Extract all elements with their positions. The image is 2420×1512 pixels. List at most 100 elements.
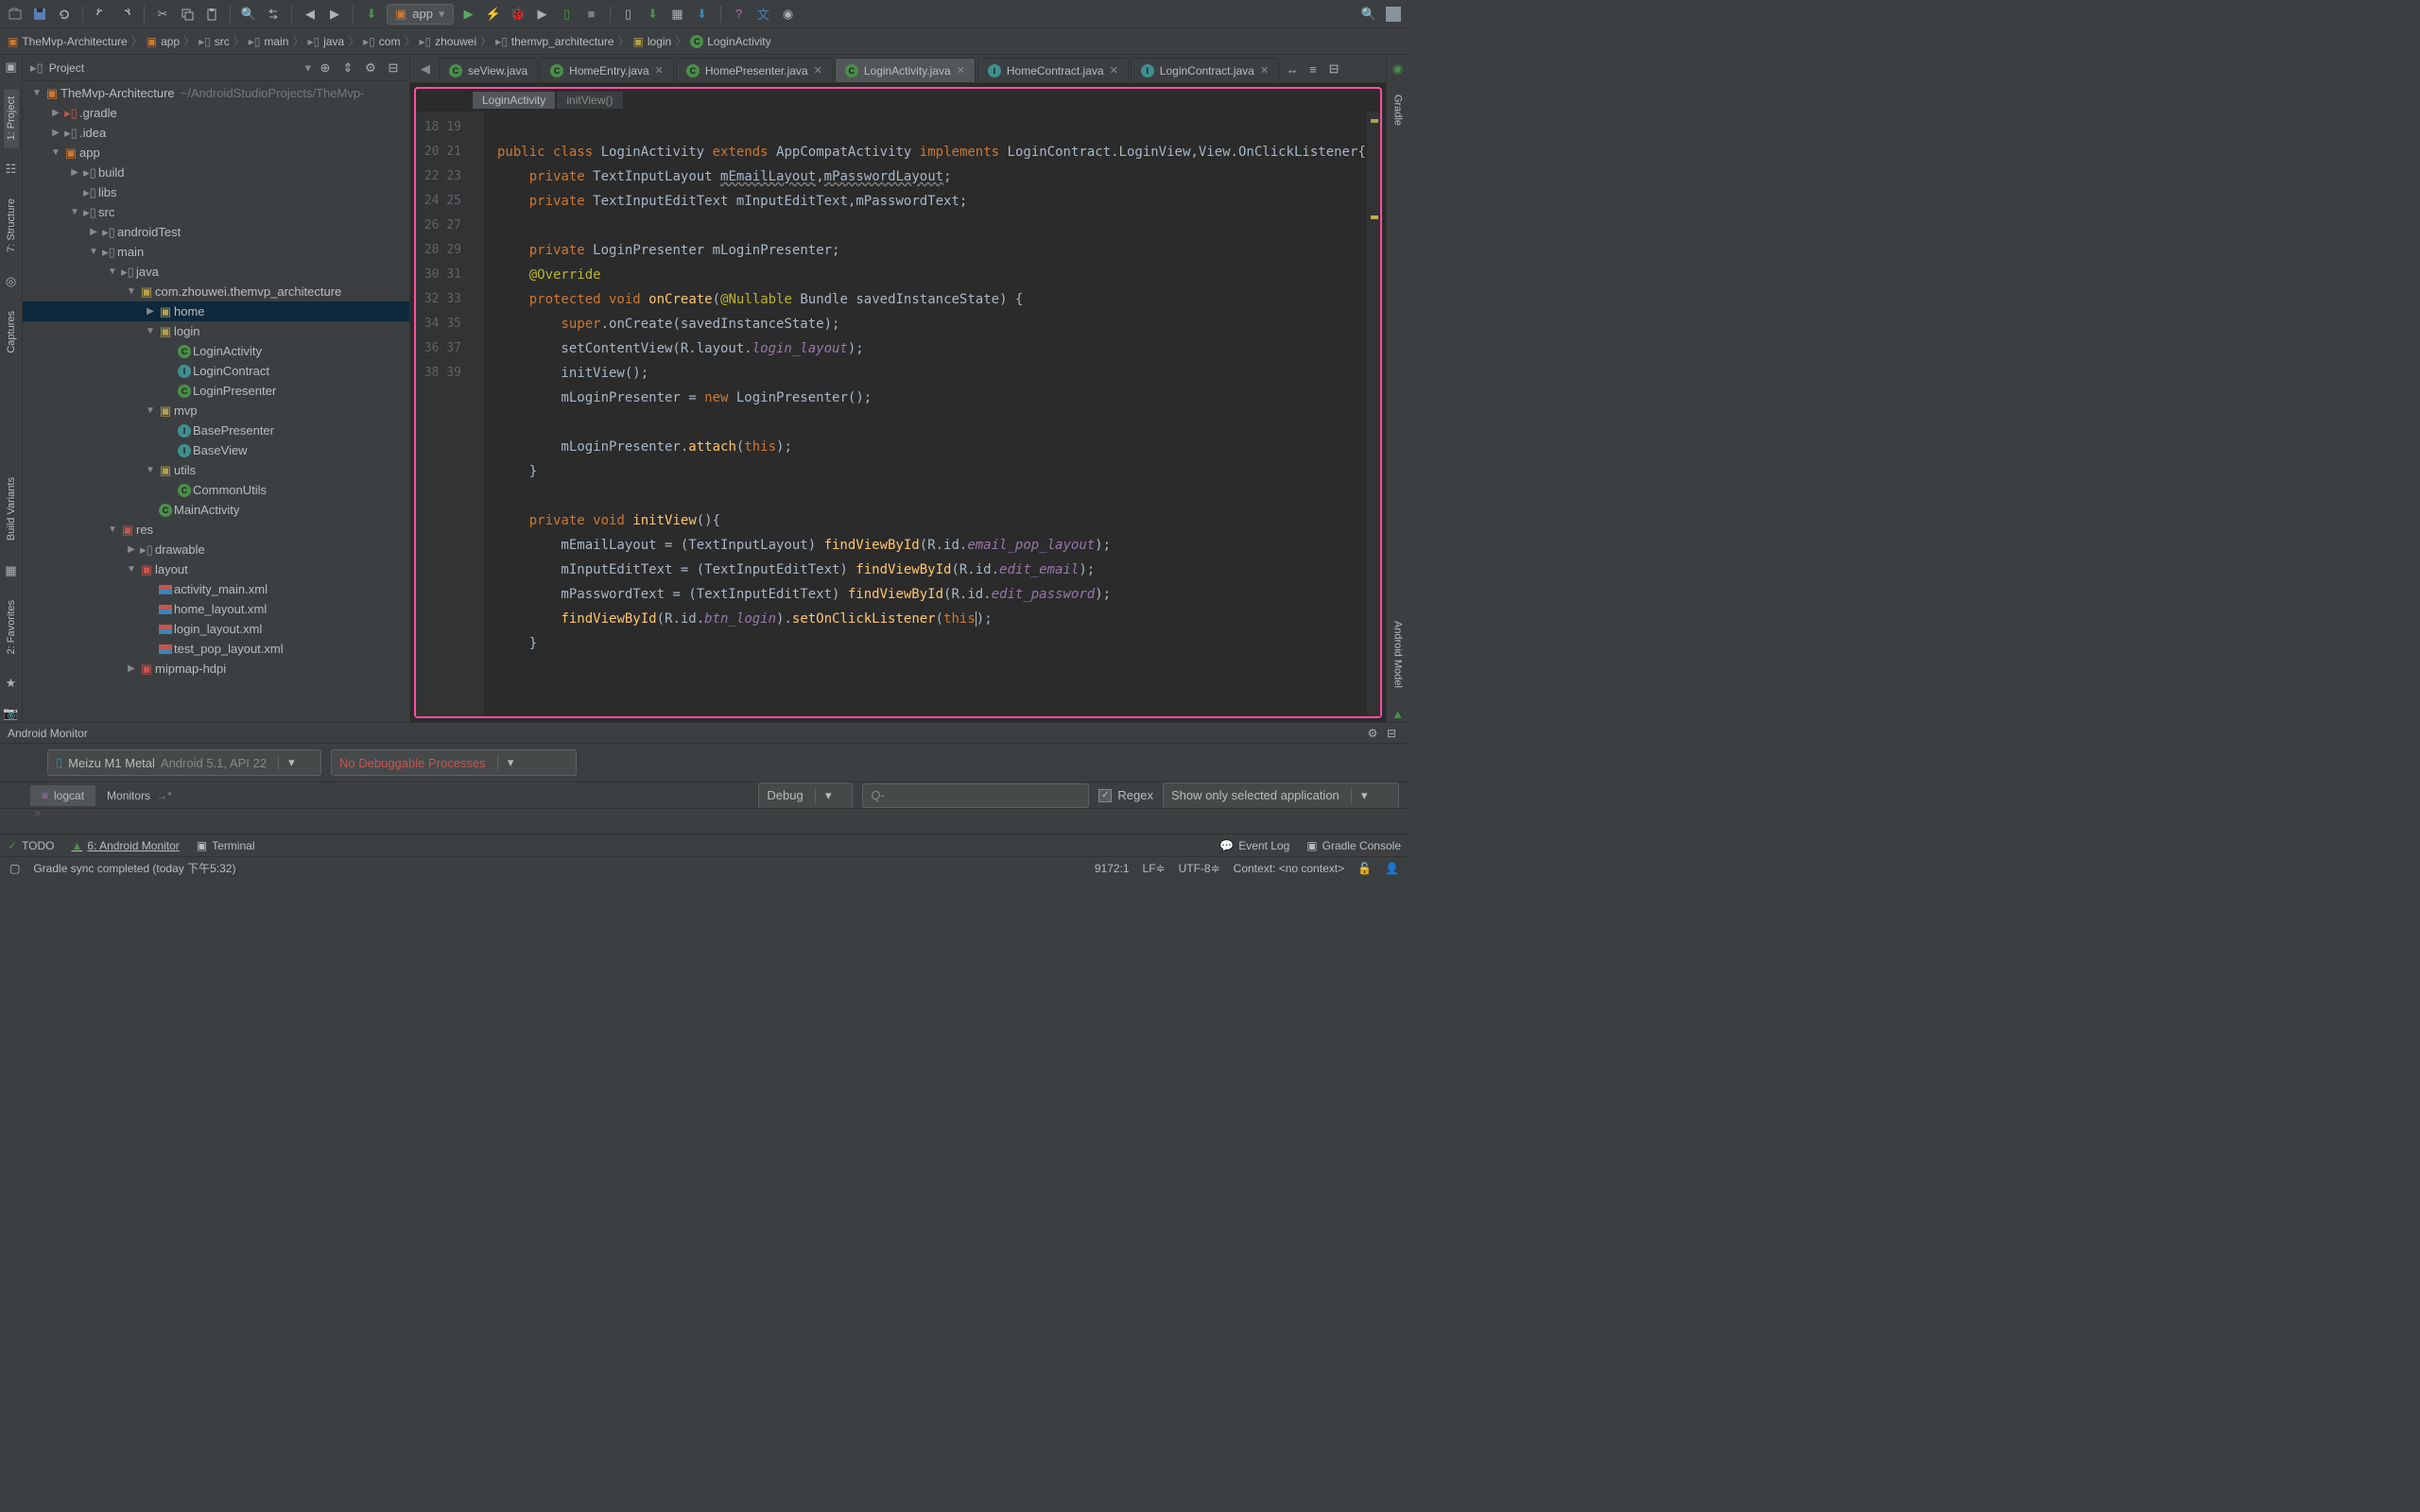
gradle-rail-icon[interactable]: ◉ (1390, 60, 1407, 77)
replace-icon[interactable] (264, 5, 283, 24)
camera-rail-icon[interactable]: 📷 (3, 705, 20, 722)
profile-icon[interactable]: ▶ (533, 5, 552, 24)
tree-node[interactable]: IBaseView (23, 440, 409, 460)
back-icon[interactable]: ◀ (301, 5, 320, 24)
process-selector[interactable]: No Debuggable Processes ▾ (331, 749, 577, 776)
find-icon[interactable]: 🔍 (239, 5, 258, 24)
android-monitor-tab[interactable]: ▲6: Android Monitor (72, 839, 180, 852)
tree-node[interactable]: ▶▸▯.idea (23, 123, 409, 143)
breadcrumb-item[interactable]: ▣app (147, 35, 180, 48)
context[interactable]: Context: <no context> (1234, 862, 1344, 875)
close-icon[interactable]: ✕ (655, 64, 664, 77)
variants-tool-button[interactable]: Build Variants (4, 470, 19, 548)
captures-tool-button[interactable]: Captures (4, 303, 19, 361)
apply-changes-icon[interactable]: ⚡ (484, 5, 503, 24)
tree-node[interactable]: ▶▣mipmap-hdpi (23, 659, 409, 679)
crumb-method[interactable]: initView() (557, 92, 622, 109)
tree-node[interactable]: test_pop_layout.xml (23, 639, 409, 659)
tree-node[interactable]: ▶▣home (23, 301, 409, 321)
monitors-tab[interactable]: Monitors →* (95, 785, 183, 806)
line-ending[interactable]: LF≑ (1143, 862, 1166, 875)
device-selector[interactable]: ▯ Meizu M1 Metal Android 5.1, API 22 ▾ (47, 749, 321, 776)
search-icon[interactable]: 🔍 (1359, 5, 1378, 24)
tree-node[interactable]: ▸▯libs (23, 182, 409, 202)
breadcrumb-item[interactable]: ▸▯java (307, 35, 344, 48)
undo-icon[interactable] (92, 5, 111, 24)
save-icon[interactable] (30, 5, 49, 24)
target-icon[interactable]: ⊕ (317, 60, 334, 77)
tab-nav-icon[interactable]: ◀ (416, 60, 435, 78)
redo-icon[interactable] (116, 5, 135, 24)
tree-node[interactable]: activity_main.xml (23, 579, 409, 599)
tree-node[interactable]: ILoginContract (23, 361, 409, 381)
logcat-tab[interactable]: ≡ logcat (30, 785, 95, 806)
close-icon[interactable]: ✕ (1260, 64, 1269, 77)
log-level-selector[interactable]: Debug ▾ (758, 782, 853, 809)
editor-tab[interactable]: CHomeEntry.java✕ (540, 58, 674, 82)
tree-node[interactable]: ▼▸▯java (23, 262, 409, 282)
tree-node[interactable]: ▼▸▯src (23, 202, 409, 222)
editor-tab[interactable]: IHomeContract.java✕ (977, 58, 1129, 82)
favorites-rail-icon[interactable]: ★ (3, 675, 20, 692)
tree-node[interactable]: home_layout.xml (23, 599, 409, 619)
breadcrumb-item[interactable]: ▣login (633, 35, 672, 48)
translate-icon[interactable]: 文 (754, 5, 773, 24)
code-editor[interactable]: 18 19 20 21 22 23 24 25 26 27 28 29 30 3… (416, 112, 1380, 716)
stop-icon[interactable]: ■ (582, 5, 601, 24)
tree-node[interactable]: ▼▣utils (23, 460, 409, 480)
captures-rail-icon[interactable]: ◎ (3, 273, 20, 290)
editor-tab[interactable]: CLoginActivity.java✕ (835, 58, 976, 82)
android-rail-icon[interactable]: ▲ (1390, 705, 1407, 722)
hector-icon[interactable]: 👤 (1385, 862, 1399, 875)
breadcrumb-item[interactable]: ▸▯main (249, 35, 289, 48)
tree-node[interactable]: CCommonUtils (23, 480, 409, 500)
todo-tab[interactable]: ✓TODO (8, 839, 55, 852)
tree-node[interactable]: CMainActivity (23, 500, 409, 520)
tree-node[interactable]: ▼▣login (23, 321, 409, 341)
sdk-icon[interactable]: ⬇ (644, 5, 663, 24)
tree-node[interactable]: ▼▣TheMvp-Architecture~/AndroidStudioProj… (23, 83, 409, 103)
tree-node[interactable]: CLoginActivity (23, 341, 409, 361)
avd-icon[interactable]: ▯ (619, 5, 638, 24)
collapse-icon[interactable]: ⇕ (339, 60, 356, 77)
filter-selector[interactable]: Show only selected application ▾ (1163, 782, 1399, 809)
close-icon[interactable]: ✕ (1110, 64, 1118, 77)
tree-node[interactable]: login_layout.xml (23, 619, 409, 639)
gradle-console-tab[interactable]: ▣Gradle Console (1306, 839, 1401, 852)
close-icon[interactable]: ✕ (957, 64, 965, 77)
open-icon[interactable] (6, 5, 25, 24)
structure-rail-icon[interactable]: ☷ (3, 161, 20, 178)
breadcrumb-item[interactable]: CLoginActivity (690, 35, 770, 48)
tab-bar-action-icon[interactable]: ≡ (1304, 60, 1322, 78)
gradle-tool-button[interactable]: Gradle (1391, 87, 1406, 133)
editor-tab[interactable]: ILoginContract.java✕ (1131, 58, 1279, 82)
code-content[interactable]: public class LoginActivity extends AppCo… (484, 112, 1367, 716)
crumb-class[interactable]: LoginActivity (473, 92, 555, 109)
tree-node[interactable]: IBasePresenter (23, 421, 409, 440)
close-icon[interactable]: ✕ (814, 64, 822, 77)
log-search-input[interactable]: Q- (862, 783, 1089, 808)
tab-bar-action-icon[interactable]: ⊟ (1324, 60, 1343, 78)
overview-ruler[interactable] (1367, 112, 1380, 716)
paste-icon[interactable] (202, 5, 221, 24)
tree-node[interactable]: ▼▣layout (23, 559, 409, 579)
hide-icon[interactable]: ⊟ (385, 60, 402, 77)
run-icon[interactable]: ▶ (459, 5, 478, 24)
tree-node[interactable]: ▼▣app (23, 143, 409, 163)
breadcrumb-item[interactable]: ▸▯src (199, 35, 230, 48)
user-icon[interactable] (1384, 5, 1403, 24)
tree-node[interactable]: ▶▸▯androidTest (23, 222, 409, 242)
settings-icon[interactable]: ⚙ (362, 60, 379, 77)
breadcrumb-item[interactable]: ▣TheMvp-Architecture (8, 35, 128, 48)
eye-icon[interactable]: ◉ (779, 5, 798, 24)
refresh-icon[interactable] (55, 5, 74, 24)
tree-node[interactable]: ▶▸▯.gradle (23, 103, 409, 123)
variants-rail-icon[interactable]: ▦ (3, 562, 20, 579)
run-configuration[interactable]: ▣ app ▾ (387, 4, 454, 25)
breadcrumb-item[interactable]: ▸▯com (363, 35, 400, 48)
copy-icon[interactable] (178, 5, 197, 24)
editor-tab[interactable]: CseView.java (439, 58, 538, 82)
make-icon[interactable]: ⬇ (362, 5, 381, 24)
lock-icon[interactable]: 🔓 (1357, 862, 1372, 875)
tree-node[interactable]: ▶▸▯drawable (23, 540, 409, 559)
